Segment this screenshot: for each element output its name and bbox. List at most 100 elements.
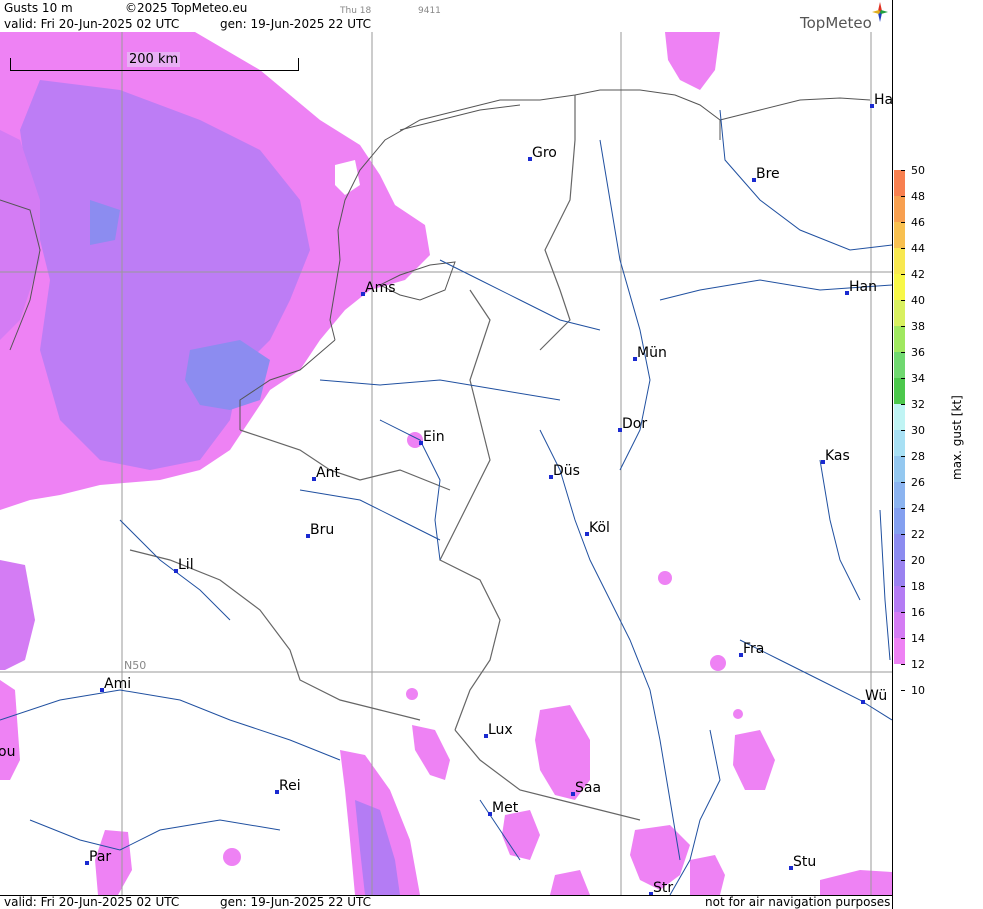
legend-swatch xyxy=(894,482,905,508)
legend-tick-label: 16 xyxy=(911,606,925,619)
legend-tick-mark xyxy=(901,170,905,171)
map-svg xyxy=(0,32,892,895)
city-label: Gro xyxy=(532,145,557,161)
legend-tick-label: 26 xyxy=(911,476,925,489)
legend-title: max. gust [kt] xyxy=(950,395,964,480)
city-label: Saa xyxy=(575,780,602,796)
legend-tick-label: 10 xyxy=(911,684,925,697)
city-label: Ams xyxy=(365,280,396,296)
city-label: Ein xyxy=(423,429,445,445)
code-label: 9411 xyxy=(418,6,441,16)
right-rule xyxy=(892,0,893,909)
city-label: Han xyxy=(849,279,877,295)
copyright: ©2025 TopMeteo.eu xyxy=(125,1,248,15)
legend-tick-label: 30 xyxy=(911,424,925,437)
city-label: Stu xyxy=(793,854,817,870)
legend-tick-label: 36 xyxy=(911,346,925,359)
legend-tick-mark xyxy=(901,196,905,197)
legend-tick-label: 42 xyxy=(911,268,925,281)
city-label: Met xyxy=(492,800,519,816)
legend-swatch xyxy=(894,352,905,378)
gust-field xyxy=(0,32,892,895)
legend-tick-mark xyxy=(901,612,905,613)
legend-tick-mark xyxy=(901,482,905,483)
legend-swatch xyxy=(894,638,905,664)
legend-swatch xyxy=(894,170,905,196)
city-label: Lil xyxy=(178,557,194,573)
legend-tick-mark xyxy=(901,300,905,301)
city-label: Bre xyxy=(756,166,780,182)
legend-swatch xyxy=(894,404,905,430)
legend-tick-mark xyxy=(901,508,905,509)
legend-tick-mark xyxy=(901,248,905,249)
legend-tick-label: 22 xyxy=(911,528,925,541)
legend-tick-mark xyxy=(901,274,905,275)
legend-tick-label: 24 xyxy=(911,502,925,515)
legend-tick-mark xyxy=(901,222,905,223)
city-label: Fra xyxy=(743,641,765,657)
legend-tick-label: 46 xyxy=(911,216,925,229)
legend-tick-label: 34 xyxy=(911,372,925,385)
legend-swatch xyxy=(894,196,905,222)
legend-swatch xyxy=(894,586,905,612)
legend-tick-mark xyxy=(901,560,905,561)
city-label: Kas xyxy=(825,448,850,464)
legend-tick-mark xyxy=(901,456,905,457)
city-label: Lux xyxy=(488,722,513,738)
city-label: Par xyxy=(89,849,112,865)
valid-time: valid: Fri 20-Jun-2025 02 UTC xyxy=(4,17,180,31)
legend-tick-mark xyxy=(901,378,905,379)
legend-tick-label: 50 xyxy=(911,164,925,177)
legend-swatch xyxy=(894,378,905,404)
latitude-label: N50 xyxy=(124,659,147,672)
generated-time: gen: 19-Jun-2025 22 UTC xyxy=(220,17,372,31)
compass-icon xyxy=(872,2,888,22)
product-title: Gusts 10 m xyxy=(4,1,73,15)
city-label: Str xyxy=(653,880,674,896)
legend-tick-mark xyxy=(901,352,905,353)
city-label: Ant xyxy=(316,465,340,481)
legend-tick-mark xyxy=(901,430,905,431)
legend-tick-mark xyxy=(901,586,905,587)
legend-tick-label: 48 xyxy=(911,190,925,203)
day-label: Thu 18 xyxy=(340,6,372,16)
footer-generated-time: gen: 19-Jun-2025 22 UTC xyxy=(220,895,372,909)
legend-swatch xyxy=(894,248,905,274)
legend-swatch xyxy=(894,508,905,534)
legend-tick-mark xyxy=(901,690,905,691)
city-label: Ha xyxy=(874,92,894,108)
city-label: Dor xyxy=(622,416,648,432)
scale-label: 200 km xyxy=(127,52,181,67)
legend-swatch xyxy=(894,326,905,352)
legend-tick-label: 14 xyxy=(911,632,925,645)
city-label: Köl xyxy=(589,520,610,536)
legend-tick-label: 28 xyxy=(911,450,925,463)
map-area[interactable] xyxy=(0,32,892,895)
legend-tick-label: 12 xyxy=(911,658,925,671)
city-label: Ami xyxy=(104,676,132,692)
legend-tick-mark xyxy=(901,664,905,665)
city-label: ou xyxy=(0,744,16,760)
legend-tick-mark xyxy=(901,326,905,327)
legend-swatch xyxy=(894,664,905,690)
legend-swatch xyxy=(894,222,905,248)
logo-text: TopMeteo xyxy=(800,14,872,32)
legend-tick-mark xyxy=(901,404,905,405)
city-label: Rei xyxy=(279,778,301,794)
gust-legend xyxy=(894,170,906,690)
legend-tick-label: 40 xyxy=(911,294,925,307)
legend-swatch xyxy=(894,274,905,300)
legend-tick-label: 38 xyxy=(911,320,925,333)
legend-tick-label: 20 xyxy=(911,554,925,567)
city-label: Wü xyxy=(865,688,888,704)
legend-swatch xyxy=(894,430,905,456)
legend-tick-label: 32 xyxy=(911,398,925,411)
legend-swatch xyxy=(894,534,905,560)
legend-tick-label: 18 xyxy=(911,580,925,593)
legend-swatch xyxy=(894,456,905,482)
legend-swatch xyxy=(894,612,905,638)
footer-valid-time: valid: Fri 20-Jun-2025 02 UTC xyxy=(4,895,180,909)
legend-tick-label: 44 xyxy=(911,242,925,255)
city-label: Mün xyxy=(637,345,667,361)
topmeteo-logo: TopMeteo xyxy=(800,2,888,32)
